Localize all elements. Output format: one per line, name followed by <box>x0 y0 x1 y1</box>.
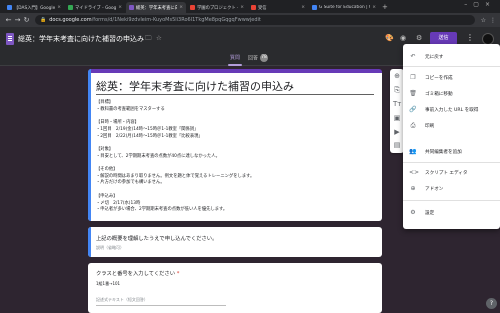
gear-icon: ⚙ <box>410 209 416 216</box>
browser-toolbar: ← → ↻ 🔒 docs.google.com /forms/d/1Neki9z… <box>0 13 500 27</box>
lock-icon: 🔒 <box>40 17 47 23</box>
title-underline <box>96 94 374 95</box>
browser-tab[interactable]: マイドライブ - Google ドライ× <box>65 2 125 13</box>
back-icon[interactable]: ← <box>4 16 13 24</box>
menu-item-make-copy[interactable]: ❐ コピーを作成 <box>403 71 500 84</box>
add-video-icon[interactable]: ▶ <box>393 128 401 136</box>
text-item-title[interactable]: 上記の概要を理解したうえで申し込んでください。 <box>96 234 217 242</box>
tab-favicon <box>190 5 195 10</box>
question-title-text: クラスと番号を入力してください <box>96 271 176 277</box>
preview-eye-icon[interactable]: ◉ <box>400 34 406 42</box>
tab-favicon <box>7 5 12 10</box>
more-vert-icon[interactable]: ⋮ <box>466 33 474 42</box>
menu-item-undo[interactable]: ↶ 元に戻す <box>403 50 500 63</box>
more-options-menu: ↶ 元に戻す ❐ コピーを作成 🗑 ゴミ箱に移動 🔗 事前入力した URL を取得 ⎙ 印… <box>403 44 500 229</box>
reload-icon[interactable]: ↻ <box>22 16 31 24</box>
question-toolbar: ⊕ ⎘ Tт ▣ ▶ ▤ <box>390 69 404 153</box>
menu-divider <box>403 66 500 67</box>
help-icon[interactable]: ? <box>486 298 497 309</box>
new-tab-icon[interactable]: + <box>382 2 388 13</box>
menu-item-script-editor[interactable]: <> スクリプト エディタ <box>403 166 500 179</box>
selected-card-indicator <box>88 69 91 221</box>
puzzle-icon: ⊕ <box>410 185 416 192</box>
response-count-badge: 78 <box>260 54 269 62</box>
star-icon[interactable]: ☆ <box>156 34 162 42</box>
copy-icon: ❐ <box>410 74 416 81</box>
trash-icon: 🗑 <box>409 90 417 97</box>
menu-item-print[interactable]: ⎙ 印刷 <box>403 119 500 132</box>
close-icon[interactable]: × <box>240 5 244 10</box>
close-icon[interactable]: × <box>57 5 61 10</box>
link-icon: 🔗 <box>409 106 417 113</box>
menu-divider <box>403 200 500 201</box>
menu-item-trash[interactable]: 🗑 ゴミ箱に移動 <box>403 87 500 100</box>
close-icon[interactable]: × <box>118 5 122 10</box>
short-answer-placeholder: 記述式テキスト（短文回答） <box>96 297 148 302</box>
browser-tab[interactable]: G Suite for Education | Goog× <box>309 2 379 13</box>
browser-tab[interactable]: 受信 × <box>248 2 308 13</box>
text-item-description[interactable]: 説明（省略可） <box>96 245 124 251</box>
card-title[interactable]: 総英：学年末考査に向けた補習の申込み <box>96 78 294 94</box>
tab-favicon <box>129 5 134 10</box>
browser-tab-strip: 【DAS入門】Google フォーム：× マイドライブ - Google ドライ… <box>0 0 500 13</box>
star-icon[interactable]: ☆ <box>481 17 486 24</box>
menu-item-collaborators[interactable]: 👥 共同編集者を追加 <box>403 145 500 158</box>
close-icon[interactable]: × <box>301 5 305 10</box>
browser-tab-active[interactable]: 総英：学年末考査に向けた補習× <box>126 2 186 13</box>
menu-item-prefilled-url[interactable]: 🔗 事前入力した URL を取得 <box>403 103 500 116</box>
code-icon: <> <box>409 169 420 176</box>
form-title[interactable]: 総英：学年末考査に向けた補習の申込み <box>18 34 144 44</box>
address-bar[interactable]: 🔒 docs.google.com /forms/d/1Neki9zdvIeim… <box>35 15 475 25</box>
print-icon: ⎙ <box>410 121 416 129</box>
tab-favicon <box>68 5 73 10</box>
answer-underline <box>96 305 226 306</box>
close-icon[interactable]: × <box>179 5 183 10</box>
import-questions-icon[interactable]: ⎘ <box>393 86 401 95</box>
add-section-icon[interactable]: ▤ <box>393 141 401 149</box>
forms-logo-icon[interactable] <box>6 33 14 45</box>
text-item-card[interactable]: 上記の概要を理解したうえで申し込んでください。 説明（省略可） <box>88 227 382 257</box>
question-card[interactable]: クラスと番号を入力してください * 1組1番→101 記述式テキスト（短文回答） <box>88 263 382 313</box>
card-left-accent <box>88 227 91 257</box>
form-description[interactable]: 【目標】 ・教科書の考査範囲をマスターする 【日時・場所・内容】 ・1回目 2/… <box>96 100 374 214</box>
add-title-icon[interactable]: Tт <box>393 100 401 108</box>
tab-responses[interactable]: 回答 78 <box>248 54 269 62</box>
menu-divider <box>403 162 500 163</box>
tab-responses-label: 回答 <box>248 55 259 62</box>
question-title[interactable]: クラスと番号を入力してください * <box>96 269 179 277</box>
close-icon[interactable]: × <box>372 5 376 10</box>
settings-gear-icon[interactable]: ⚙ <box>416 34 422 42</box>
url-path: /forms/d/1Neki9zdvIeim-KuyoMs5li3Ro6l1Tk… <box>91 17 261 23</box>
palette-icon[interactable]: 🎨 <box>385 34 394 42</box>
undo-icon: ↶ <box>410 53 416 60</box>
extensions-icon[interactable]: ⋮ <box>490 17 496 24</box>
forward-icon[interactable]: → <box>13 16 22 24</box>
question-description[interactable]: 1組1番→101 <box>96 281 120 287</box>
folder-icon[interactable]: 🗀 <box>145 34 152 45</box>
url-host: docs.google.com <box>49 17 92 23</box>
add-image-icon[interactable]: ▣ <box>393 114 401 122</box>
tab-favicon <box>312 5 317 10</box>
tab-questions[interactable]: 質問 <box>230 54 240 61</box>
tab-favicon <box>251 5 256 10</box>
add-question-icon[interactable]: ⊕ <box>393 72 401 80</box>
window-controls[interactable]: –▢× <box>464 1 496 8</box>
menu-item-addons[interactable]: ⊕ アドオン <box>403 182 500 195</box>
people-icon: 👥 <box>409 148 417 155</box>
required-asterisk: * <box>176 271 180 277</box>
browser-tab[interactable]: 【DAS入門】Google フォーム：× <box>4 2 64 13</box>
browser-tab[interactable]: 学園のプロジェクト - プロジェ× <box>187 2 247 13</box>
menu-item-preferences[interactable]: ⚙ 設定 <box>403 206 500 219</box>
